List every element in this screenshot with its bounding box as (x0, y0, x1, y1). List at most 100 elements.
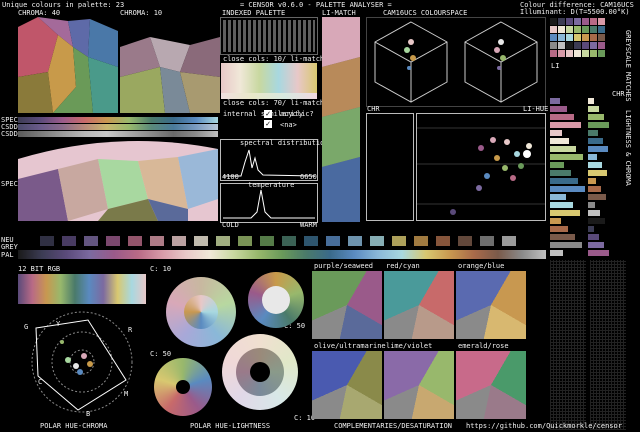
cam16ucs-label: CAM16UCS COLOURSPACE (383, 9, 468, 17)
close-cols-1: close cols: 10/ li-match (223, 55, 325, 63)
spectral-blob (18, 139, 218, 221)
footer-polar-hue-lightness: POLAR HUE-LIGHTNESS (190, 422, 271, 430)
lightness-bar (550, 154, 583, 160)
chroma-bar (588, 226, 594, 232)
close-cols-2-swatches (221, 93, 317, 99)
cvd-strip (18, 124, 218, 130)
complementary-tile (312, 351, 382, 419)
chroma-bar (588, 138, 603, 144)
lightness-chroma-vertical: LIGHTNESS & CHROMA (624, 110, 632, 186)
palette-strip[interactable] (18, 250, 546, 259)
csdd-label: CSDD (1, 130, 18, 138)
polar-g: G (24, 323, 29, 331)
chroma-bar (588, 146, 608, 152)
greyscale-match-cell (550, 42, 557, 49)
greyscale-match-cell (574, 50, 581, 57)
indexed-palette-grid[interactable] (220, 17, 318, 55)
lightness-bar (550, 218, 561, 224)
chr-left-label: CHR (367, 105, 380, 113)
chr-panel (366, 113, 414, 221)
similarity-checkbox[interactable]: ✓ (264, 110, 272, 118)
chroma-bar (588, 194, 606, 200)
neutral-swatch (370, 236, 384, 246)
spec-min: 4100 (222, 173, 239, 181)
polar-c: C (38, 378, 43, 386)
csdd-strip (18, 131, 218, 137)
indexed-palette-label: INDEXED PALETTE (222, 9, 286, 17)
complementary-title: emerald/rose (458, 342, 509, 350)
disc-c50-b (154, 358, 212, 416)
footer-url[interactable]: https://github.com/Quickmorkle/censor (466, 422, 622, 430)
chroma-bar (588, 250, 609, 256)
greyscale-match-cell (598, 26, 605, 33)
neutral-row (40, 236, 540, 248)
chroma-bar (588, 234, 599, 240)
polar-m: M (124, 390, 129, 398)
close-cols-2: close cols: 70/ li-match (223, 99, 325, 107)
greyscale-match-cell (550, 26, 557, 33)
lightness-bar (550, 114, 574, 120)
neutral-swatch (106, 236, 120, 246)
greyscale-matches-grid (550, 18, 610, 60)
cyclic-value: <na> (280, 121, 297, 129)
complementary-tile (384, 271, 454, 339)
li-hue-label: LI-HUE (523, 105, 549, 113)
app-title: = CENSOR v0.6.0 - PALETTE ANALYSER = (240, 1, 392, 9)
complementary-title: red/cyan (386, 262, 420, 270)
cyclic-checkbox[interactable]: ✓ (264, 120, 272, 128)
greyscale-match-cell (574, 42, 581, 49)
neutral-swatch (128, 236, 142, 246)
polar-y: Y (56, 320, 61, 328)
greyscale-match-cell (598, 50, 605, 57)
chroma-bar (588, 218, 605, 224)
complementary-title: olive/ultramarine (314, 342, 386, 350)
pal-label: PAL (1, 251, 14, 259)
neutral-swatch (392, 236, 406, 246)
greyscale-match-cell (574, 26, 581, 33)
lightness-bar (550, 234, 575, 240)
greyscale-match-cell (566, 18, 573, 25)
complementary-title: purple/seaweed (314, 262, 374, 270)
greyscale-match-cell (566, 50, 573, 57)
neutral-swatch (260, 236, 274, 246)
lightness-bar (550, 210, 580, 216)
greyscale-match-cell (558, 50, 565, 57)
greyscale-match-cell (566, 34, 573, 41)
greyscale-match-cell (558, 18, 565, 25)
lightness-bar (550, 194, 566, 200)
neutral-swatch (502, 236, 516, 246)
greyscale-match-cell (582, 26, 589, 33)
neutral-swatch (326, 236, 340, 246)
c10-a-label: C: 10 (150, 265, 172, 273)
neutral-swatch (62, 236, 76, 246)
complementary-tile (456, 271, 526, 339)
grey-label: GREY (1, 243, 18, 251)
complementaries-grid: purple/seaweed red/cyan orange/blue olive/u… (312, 262, 544, 422)
neutral-swatch (348, 236, 362, 246)
lightness-bar (550, 226, 568, 232)
close-cols-1-swatches (221, 63, 317, 93)
neutral-swatch (238, 236, 252, 246)
neutral-swatch (40, 236, 54, 246)
warm-label: WARM (300, 221, 317, 229)
greyscale-match-cell (558, 26, 565, 33)
lightness-bar (550, 186, 585, 192)
polar-b: B (86, 410, 91, 418)
chroma-bar (588, 178, 596, 184)
chr-right-label: CHR (612, 90, 625, 98)
neutral-swatch (458, 236, 472, 246)
greyscale-match-cell (598, 18, 605, 25)
li-right-label: LI (551, 62, 560, 70)
li-hue-panel (416, 113, 546, 221)
chroma10-label: CHROMA: 10 (120, 9, 163, 17)
spectral-label: spectral distribution (240, 139, 329, 147)
disc-c10-a (166, 277, 236, 347)
greyscale-match-cell (566, 42, 573, 49)
neutral-swatch (216, 236, 230, 246)
unique-colours-label: Unique colours in palette: 23 (2, 1, 125, 9)
chroma40-voronoi (18, 17, 118, 113)
greyscale-match-cell (590, 50, 597, 57)
lightness-bar (550, 242, 582, 248)
hatch-column-2 (590, 260, 626, 430)
greyscale-match-cell (550, 18, 557, 25)
